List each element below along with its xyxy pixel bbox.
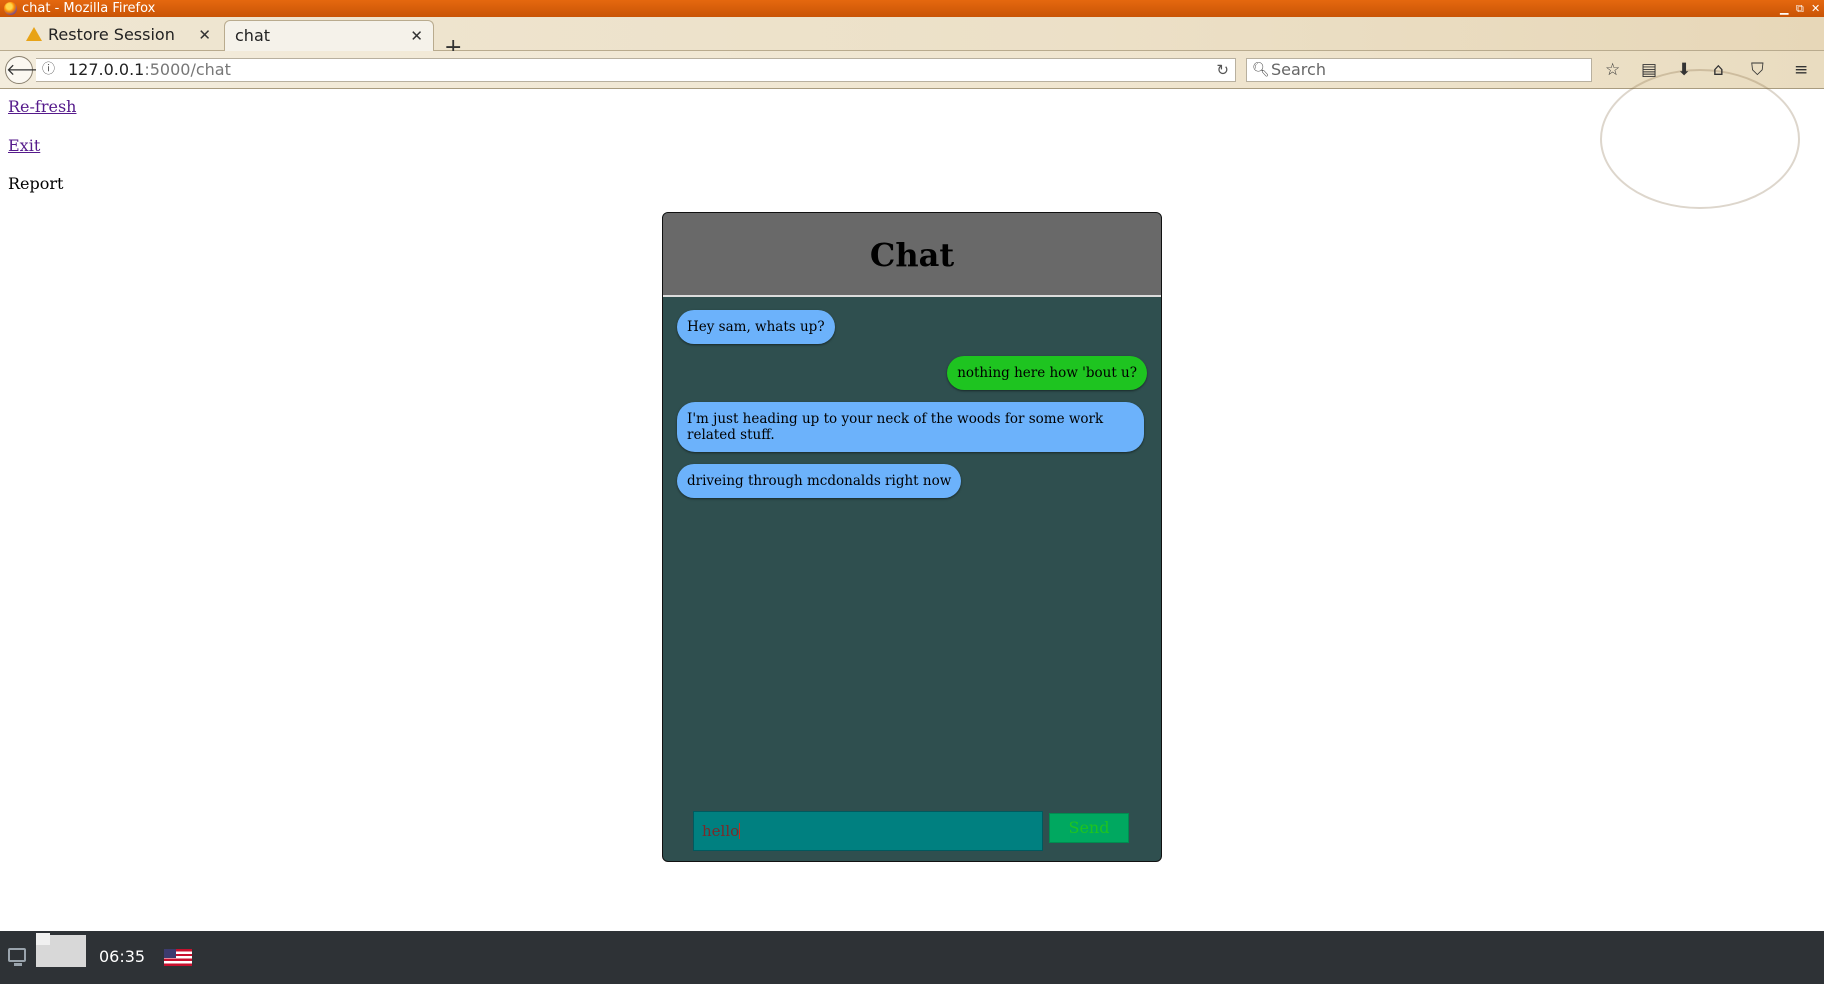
pocket-icon[interactable]: ⛉ bbox=[1751, 60, 1764, 80]
message-input[interactable]: hello bbox=[693, 811, 1043, 851]
refresh-link[interactable]: Re-fresh bbox=[8, 97, 76, 116]
window-title: chat - Mozilla Firefox bbox=[22, 1, 156, 16]
theme-globe-decoration bbox=[1600, 69, 1800, 209]
message-bubble-outgoing: nothing here how 'bout u? bbox=[947, 356, 1147, 390]
chat-panel: Chat Hey sam, whats up? nothing here how… bbox=[662, 212, 1162, 862]
clock: 06:35 bbox=[99, 947, 146, 966]
tab-chat[interactable]: chat ✕ bbox=[224, 20, 434, 51]
close-tab-icon[interactable]: ✕ bbox=[410, 21, 423, 51]
chat-title: Chat bbox=[869, 236, 955, 274]
send-button[interactable]: Send bbox=[1049, 813, 1129, 843]
minimize-icon[interactable]: ▁ bbox=[1780, 0, 1788, 17]
message-bubble-incoming: I'm just heading up to your neck of the … bbox=[677, 402, 1144, 452]
message-bubble-incoming: Hey sam, whats up? bbox=[677, 310, 835, 344]
tab-label: Restore Session bbox=[48, 25, 175, 44]
search-placeholder: Search bbox=[1271, 60, 1326, 79]
url-text: 127.0.0.1:5000/chat bbox=[68, 59, 231, 81]
url-bar[interactable]: ⓘ 127.0.0.1:5000/chat ↻ bbox=[36, 58, 1236, 82]
restore-icon[interactable]: ⧉ bbox=[1796, 0, 1804, 17]
reading-list-icon[interactable]: ▤ bbox=[1641, 60, 1657, 80]
back-button[interactable]: 🡐 bbox=[5, 56, 49, 84]
tab-strip: Restore Session ✕ chat ✕ + bbox=[0, 17, 1824, 60]
reload-icon[interactable]: ↻ bbox=[1216, 59, 1229, 81]
exit-link[interactable]: Exit bbox=[8, 136, 40, 155]
message-bubble-incoming: driveing through mcdonalds right now bbox=[677, 464, 962, 498]
chat-header: Chat bbox=[663, 213, 1161, 297]
navigation-bar: 🡐 ⓘ 127.0.0.1:5000/chat ↻ 🔍︎ Search ☆ ▤ … bbox=[0, 51, 1824, 209]
close-tab-icon[interactable]: ✕ bbox=[198, 20, 211, 50]
search-bar[interactable]: 🔍︎ Search bbox=[1246, 58, 1592, 82]
bookmark-star-icon[interactable]: ☆ bbox=[1605, 60, 1620, 80]
site-info-icon[interactable]: ⓘ bbox=[42, 59, 55, 81]
url-host: 127.0.0.1 bbox=[68, 60, 145, 79]
tab-restore-session[interactable]: Restore Session ✕ bbox=[16, 20, 221, 51]
tab-label: chat bbox=[235, 26, 271, 45]
search-icon: 🔍︎ bbox=[1252, 62, 1270, 78]
firefox-logo-icon bbox=[4, 2, 17, 15]
home-icon[interactable]: ⌂ bbox=[1713, 60, 1724, 80]
us-flag-keyboard-layout-icon[interactable] bbox=[164, 949, 192, 966]
download-icon[interactable]: ⬇ bbox=[1677, 60, 1691, 80]
menu-hamburger-icon[interactable]: ≡ bbox=[1794, 60, 1808, 80]
url-path: :5000/chat bbox=[144, 60, 231, 79]
message-input-value: hello bbox=[702, 822, 740, 840]
show-desktop-icon[interactable] bbox=[8, 948, 26, 966]
report-label: Report bbox=[8, 174, 64, 193]
warning-icon bbox=[26, 27, 42, 41]
taskbar: 06:35 bbox=[0, 931, 1824, 984]
close-window-icon[interactable]: ✕ bbox=[1811, 0, 1820, 17]
text-caret bbox=[739, 823, 741, 839]
workspace-switcher[interactable] bbox=[36, 933, 86, 967]
window-title-bar: chat - Mozilla Firefox ▁ ⧉ ✕ bbox=[0, 0, 1824, 17]
